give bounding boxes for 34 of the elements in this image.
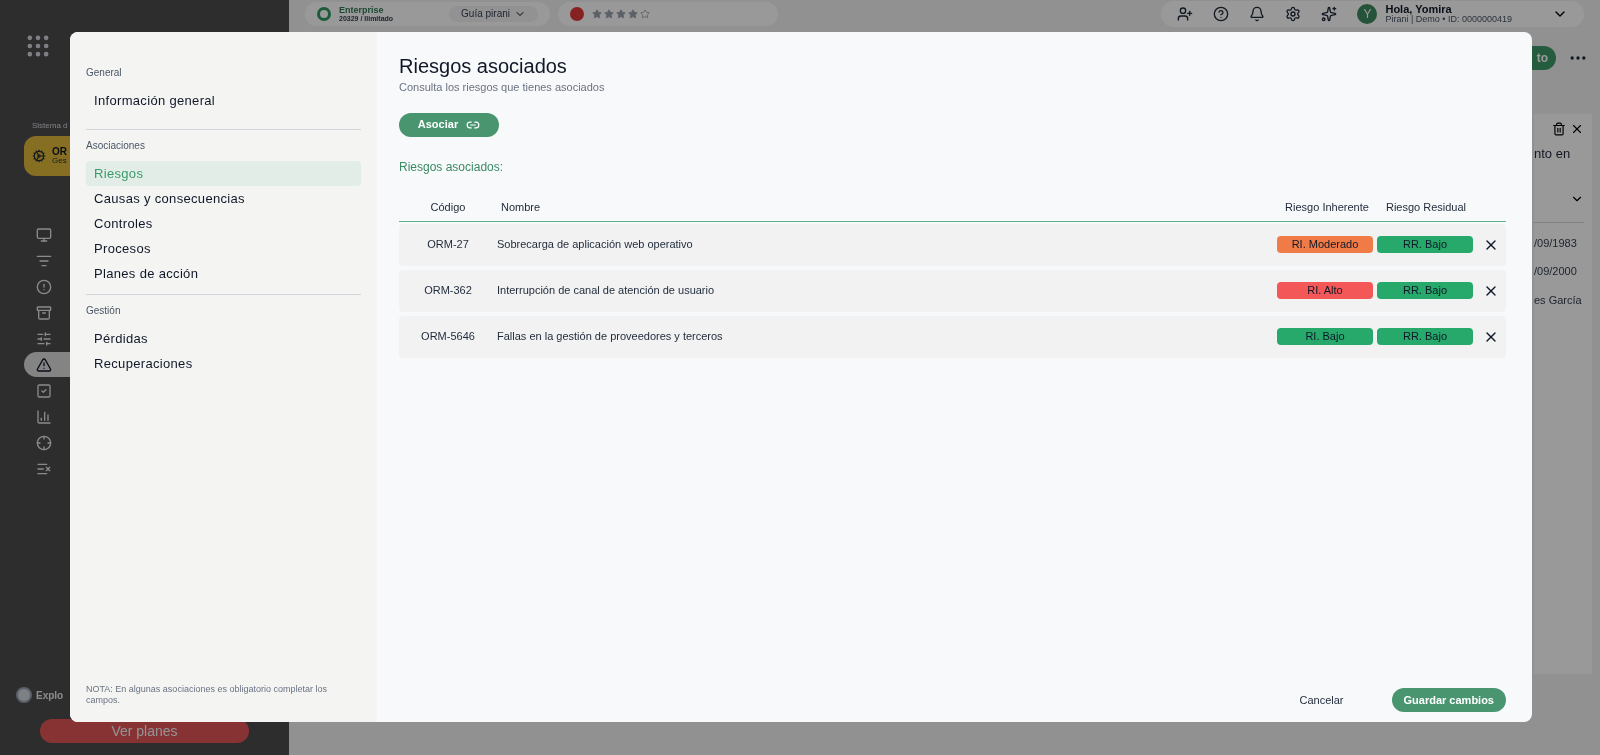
module-title: OR [52,147,67,157]
system-label: Sistema d [32,120,69,132]
modal-subtitle: Consulta los riesgos que tienes asociados [399,80,606,95]
column-header: Riesgo Inherente [1284,199,1370,215]
modal-title: Riesgos asociados [399,54,568,79]
field-text: nto en [1534,145,1572,163]
field-value: /09/1983 [1534,235,1578,251]
column-header: Nombre [500,199,542,215]
explore-label: Explo [36,688,64,703]
plan-name: Enterprise [339,5,384,15]
risk-badge: RI. Bajo [1277,328,1373,345]
user-greeting: Hola, Yomira [1385,3,1453,15]
column-header: Código [429,199,467,215]
user-detail: Pirani | Demo • ID: 0000000419 [1385,14,1512,24]
section-label: Asociaciones [86,139,146,153]
module-subtitle: Ges [52,157,67,165]
name-cell-text: Sobrecarga de aplicación web operativo [497,237,694,253]
note-text: NOTA: En algunas asociaciones es obligatorio completar los campos. [86,683,328,706]
risk-badge: RR. Bajo [1377,282,1473,299]
section-label: General [86,66,123,80]
name-cell-text: Interrupción de canal de atención de usuario [497,283,716,299]
code-cell-text: ORM-5646 [420,329,476,345]
risk-badge: RI. Alto [1277,282,1373,299]
risk-badge: RI. Moderado [1277,236,1373,253]
section-label: Gestión [86,304,122,318]
section-heading: Riesgos asociados: [399,158,505,176]
code-cell-text: ORM-362 [423,283,473,299]
field-value: /09/2000 [1534,264,1578,279]
risk-badge: RR. Bajo [1377,328,1473,345]
column-header: Riesgo Residual [1384,199,1468,215]
risk-badge: RR. Bajo [1377,236,1473,253]
field-value: es García [1534,292,1583,308]
code-cell-text: ORM-27 [426,237,470,253]
name-cell-text: Fallas en la gestión de proveedores y terceros [497,329,724,345]
